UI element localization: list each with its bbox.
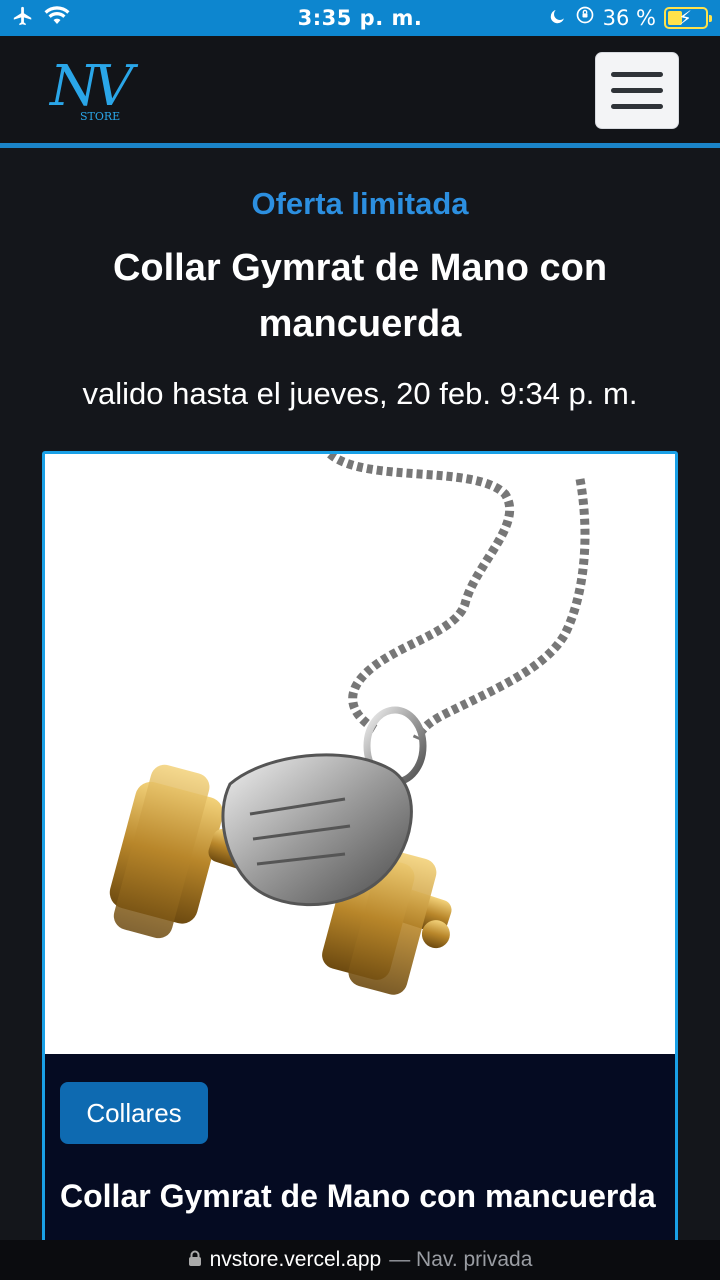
site-header: NV STORE <box>0 36 720 148</box>
private-mode-label: — Nav. privada <box>389 1248 533 1271</box>
charging-bolt-icon: ⚡ <box>678 5 693 30</box>
hamburger-menu-icon-line <box>611 104 663 109</box>
necklace-image <box>109 454 590 995</box>
product-card-title[interactable]: Collar Gymrat de Mano con mancuerda <box>60 1176 660 1216</box>
orientation-lock-icon <box>575 5 595 30</box>
status-right: 36 % ⚡ <box>549 5 712 30</box>
battery-icon: ⚡ <box>664 5 712 30</box>
lock-icon <box>188 1248 202 1272</box>
offer-label: Oferta limitada <box>251 186 469 221</box>
category-badge[interactable]: Collares <box>60 1082 208 1144</box>
hamburger-menu-icon <box>611 72 663 77</box>
status-bar: 3:35 p. m. 36 % ⚡ <box>0 0 720 36</box>
hamburger-menu-icon-line <box>611 88 663 93</box>
browser-url-bar[interactable]: nvstore.vercel.app — Nav. privada <box>0 1240 720 1280</box>
moon-icon <box>549 6 567 30</box>
product-image[interactable] <box>45 454 675 1054</box>
hamburger-menu-button[interactable] <box>595 52 679 129</box>
store-logo[interactable]: NV STORE <box>48 54 140 126</box>
url-text: nvstore.vercel.app <box>209 1248 382 1271</box>
battery-percent: 36 % <box>602 5 656 30</box>
offer-validity: valido hasta el jueves, 20 feb. 9:34 p. … <box>82 376 638 411</box>
product-card[interactable]: Collares Collar Gymrat de Mano con mancu… <box>42 451 678 1280</box>
logo-subtext: STORE <box>80 110 121 123</box>
page-title: Collar Gymrat de Mano con mancuerda <box>112 247 608 345</box>
